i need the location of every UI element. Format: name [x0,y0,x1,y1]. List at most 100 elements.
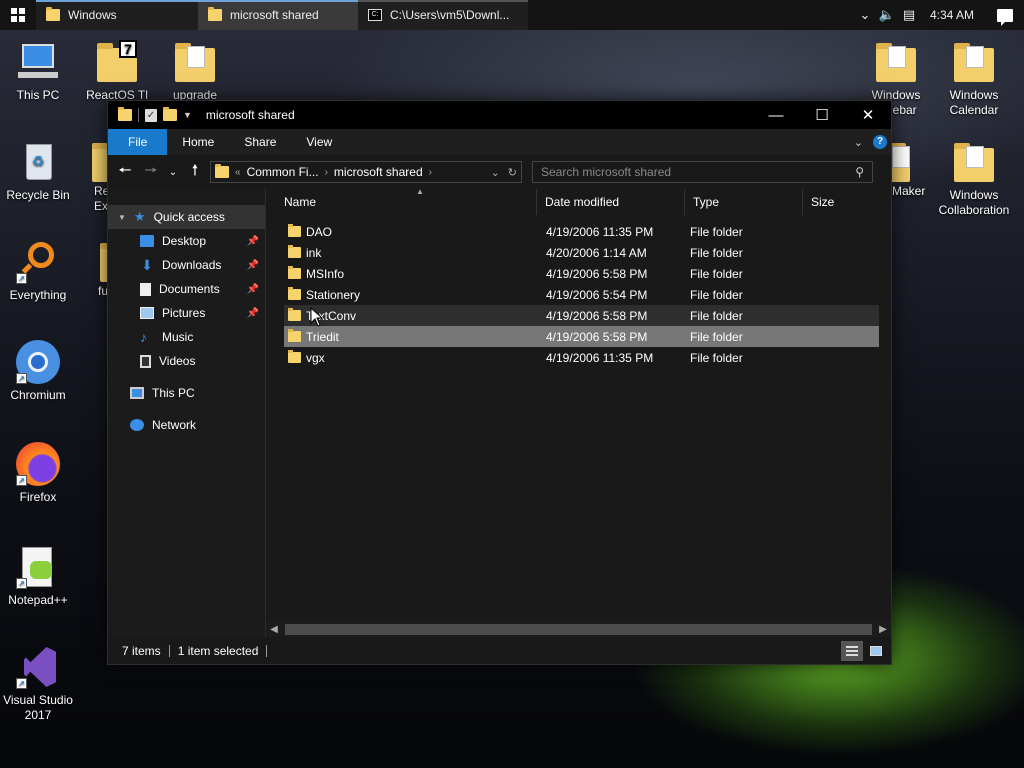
scroll-right-icon[interactable]: ▶ [875,624,891,635]
table-row-hovered[interactable]: TextConv 4/19/2006 5:58 PM File folder [284,305,879,326]
back-button[interactable]: 🠔 [112,160,138,184]
folder-icon [92,240,116,284]
table-row[interactable]: ink 4/20/2006 1:14 AM File folder [284,242,879,263]
details-view-button[interactable] [841,640,863,661]
sort-ascending-icon: ▲ [416,187,424,196]
table-row[interactable]: DAO 4/19/2006 11:35 PM File folder [284,221,879,242]
tab-view[interactable]: View [291,129,347,155]
selection-count: 1 item selected [177,643,259,658]
desktop-icon-re-ex[interactable]: Re Ex [80,140,116,214]
search-input[interactable]: Search microsoft shared ⚲ [532,161,873,183]
taskbar-item-cmd[interactable]: C: C:\Users\vm5\Downl... [358,0,528,30]
desktop-icon-visual-studio[interactable]: ↗ Visual Studio 2017 [0,645,76,723]
column-size[interactable]: Size [802,189,882,215]
desktop-icon-label: This PC [16,88,60,102]
up-button[interactable]: 🠕 [182,160,208,184]
shortcut-arrow-icon: ↗ [16,578,27,589]
desktop-icon-windows-calendar[interactable]: Windows Calendar [936,40,1012,118]
chevron-right-icon[interactable]: › [325,167,328,178]
desktop-icon-reactos[interactable]: 7 ReactOS Tl [79,40,155,103]
address-history-icon[interactable]: ⌄ [491,166,500,179]
nav-network[interactable]: Network [108,413,265,437]
shortcut-arrow-icon: ↗ [16,273,27,284]
title-bar[interactable]: ✓ ▼ microsoft shared — ☐ ✕ [108,101,891,129]
maximize-button[interactable]: ☐ [799,101,845,129]
desktop-icon-this-pc[interactable]: This PC [0,40,76,103]
help-icon[interactable]: ? [873,135,887,149]
large-icons-view-button[interactable] [865,641,887,661]
refresh-icon[interactable]: ↻ [508,166,517,179]
table-row[interactable]: vgx 4/19/2006 11:35 PM File folder [284,347,879,368]
nav-desktop[interactable]: Desktop 📌 [108,229,265,253]
column-label: Type [693,195,720,209]
address-bar[interactable]: « Common Fi... › microsoft shared › ⌄ ↻ [210,161,522,183]
item-count: 7 items [122,643,161,658]
pin-icon: 📌 [246,283,259,295]
nav-videos[interactable]: Videos [108,349,265,373]
recycle-bin-icon: ♻ [16,140,60,184]
forward-button[interactable]: 🠖 [138,160,164,184]
volume-icon[interactable]: 🔈 [876,0,898,30]
file-date: 4/20/2006 1:14 AM [546,245,647,260]
details-view-icon [846,645,858,656]
navigation-pane[interactable]: ▼ ★ Quick access Desktop 📌 ⬇ Downloads 📌… [108,189,266,638]
breadcrumb-microsoft-shared[interactable]: microsoft shared [334,165,423,179]
column-date-modified[interactable]: Date modified [536,189,684,215]
close-button[interactable]: ✕ [845,101,891,129]
table-row[interactable]: MSInfo 4/19/2006 5:58 PM File folder [284,263,879,284]
horizontal-scrollbar[interactable]: ◀ ▶ [266,621,891,638]
chevron-right-icon[interactable]: › [429,167,432,178]
nav-quick-access[interactable]: ▼ ★ Quick access [108,205,265,229]
nav-this-pc[interactable]: This PC [108,381,265,405]
expand-ribbon-icon[interactable]: ⌄ [854,136,863,149]
network-tray-icon[interactable]: ▤ [898,0,920,30]
tab-share[interactable]: Share [229,129,291,155]
taskbar-item-windows[interactable]: Windows [36,0,198,30]
nav-pictures[interactable]: Pictures 📌 [108,301,265,325]
customize-toolbar-icon[interactable]: ▼ [183,110,192,120]
desktop-icon-upgrade[interactable]: upgrade [157,40,233,103]
table-row-selected[interactable]: Triedit 4/19/2006 5:58 PM File folder [284,326,879,347]
file-type: File folder [690,224,743,239]
quick-access-toolbar: ✓ ▼ [108,107,192,122]
table-row[interactable]: Stationery 4/19/2006 5:54 PM File folder [284,284,879,305]
nav-label: Quick access [153,210,225,224]
nav-documents[interactable]: Documents 📌 [108,277,265,301]
overflow-crumb[interactable]: « [235,167,241,178]
tab-home[interactable]: Home [167,129,229,155]
desktop-icon-recycle-bin[interactable]: ♻ Recycle Bin [0,140,76,203]
folder-icon [288,329,301,342]
properties-icon[interactable]: ✓ [145,108,157,122]
scroll-left-icon[interactable]: ◀ [266,624,282,635]
desktop-icon-notepad-plus-plus[interactable]: ↗ Notepad++ [0,545,76,608]
chevron-down-icon[interactable]: ▼ [118,213,126,222]
chevron-up-icon[interactable]: ⌄ [854,0,876,30]
nav-downloads[interactable]: ⬇ Downloads 📌 [108,253,265,277]
clock[interactable]: 4:34 AM [920,8,986,22]
desktop-icon-chromium[interactable]: ↗ Chromium [0,340,76,403]
new-folder-icon[interactable] [163,107,177,121]
pictures-icon [140,307,154,319]
taskbar-item-label: C:\Users\vm5\Downl... [390,8,510,22]
nav-label: Documents [159,282,220,296]
scroll-thumb[interactable] [285,624,872,635]
nav-music[interactable]: ♪ Music [108,325,265,349]
start-button[interactable] [0,0,36,30]
desktop-icon-everything[interactable]: ↗ Everything [0,240,76,303]
file-list[interactable]: Name ▲ Date modified Type Size DAO 4/19/… [266,187,891,638]
tab-file[interactable]: File [108,129,168,155]
status-bar: 7 items 1 item selected [108,637,891,664]
desktop-icon-windows-collaboration[interactable]: Windows Collaboration [936,140,1012,218]
chromium-icon: ↗ [16,340,60,384]
column-type[interactable]: Type [684,189,802,215]
recent-locations-button[interactable]: ⌄ [164,160,182,184]
desktop-icon-firefox[interactable]: ↗ Firefox [0,442,76,505]
windows-logo-icon [11,8,25,22]
column-name[interactable]: Name ▲ [276,187,536,215]
action-center-icon[interactable] [986,0,1024,30]
breadcrumb-common-files[interactable]: Common Fi... [247,165,319,179]
minimize-button[interactable]: — [753,101,799,129]
taskbar-item-microsoft-shared[interactable]: microsoft shared [198,0,358,30]
desktop-icon-label: Re Ex [94,184,110,213]
folder-icon [173,40,217,84]
